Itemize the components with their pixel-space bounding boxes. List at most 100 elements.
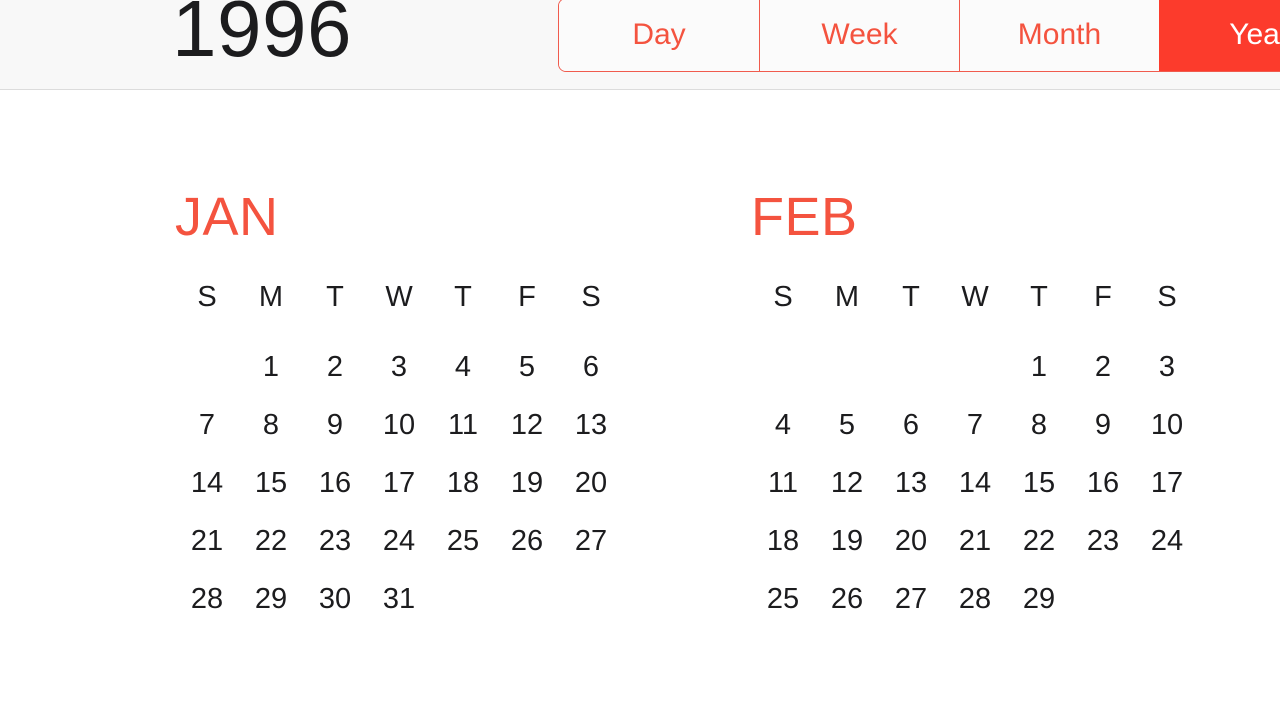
day-cell[interactable]: 7 bbox=[175, 396, 239, 454]
day-cell[interactable]: 22 bbox=[239, 512, 303, 570]
day-cell[interactable]: 7 bbox=[943, 396, 1007, 454]
month-block-feb[interactable]: FEB S M T W T F S 1 2 3 4 5 6 7 8 9 10 1… bbox=[751, 190, 1221, 628]
day-cell[interactable]: 31 bbox=[367, 570, 431, 628]
day-cell[interactable]: 20 bbox=[879, 512, 943, 570]
day-cell[interactable]: 6 bbox=[559, 338, 623, 396]
day-cell[interactable]: 10 bbox=[367, 396, 431, 454]
day-cell[interactable] bbox=[751, 338, 815, 396]
day-cell[interactable]: 15 bbox=[1007, 454, 1071, 512]
weekday-label: W bbox=[961, 281, 989, 313]
day-cell[interactable]: 29 bbox=[239, 570, 303, 628]
day-cell[interactable]: 28 bbox=[175, 570, 239, 628]
day-cell[interactable]: 2 bbox=[303, 338, 367, 396]
day-cell[interactable] bbox=[175, 338, 239, 396]
day-cell[interactable]: 29 bbox=[1007, 570, 1071, 628]
day-cell[interactable] bbox=[943, 338, 1007, 396]
weekday-label: T bbox=[902, 281, 920, 313]
month-title-feb[interactable]: FEB bbox=[751, 190, 1221, 244]
day-cell[interactable] bbox=[495, 570, 559, 628]
day-cell[interactable]: 14 bbox=[943, 454, 1007, 512]
day-cell[interactable]: 6 bbox=[879, 396, 943, 454]
day-cell[interactable]: 4 bbox=[751, 396, 815, 454]
weeks-jan: 1 2 3 4 5 6 7 8 9 10 11 12 13 14 15 16 1… bbox=[175, 338, 645, 628]
day-cell[interactable]: 1 bbox=[239, 338, 303, 396]
day-cell[interactable]: 21 bbox=[175, 512, 239, 570]
week-row: 7 8 9 10 11 12 13 bbox=[175, 396, 645, 454]
month-block-jan[interactable]: JAN S M T W T F S 1 2 3 4 5 6 7 8 9 10 1… bbox=[175, 190, 645, 628]
day-cell[interactable]: 12 bbox=[495, 396, 559, 454]
tab-month[interactable]: Month bbox=[959, 0, 1159, 71]
day-cell[interactable]: 3 bbox=[1135, 338, 1199, 396]
day-cell[interactable]: 28 bbox=[943, 570, 1007, 628]
day-cell[interactable]: 10 bbox=[1135, 396, 1199, 454]
day-cell[interactable]: 5 bbox=[815, 396, 879, 454]
day-cell[interactable]: 21 bbox=[943, 512, 1007, 570]
day-cell[interactable]: 5 bbox=[495, 338, 559, 396]
day-cell[interactable] bbox=[559, 570, 623, 628]
day-cell[interactable]: 24 bbox=[1135, 512, 1199, 570]
day-cell[interactable]: 3 bbox=[367, 338, 431, 396]
day-cell[interactable]: 20 bbox=[559, 454, 623, 512]
tab-year[interactable]: Year bbox=[1159, 0, 1280, 71]
day-cell[interactable]: 30 bbox=[303, 570, 367, 628]
day-cell[interactable]: 27 bbox=[879, 570, 943, 628]
day-cell[interactable]: 16 bbox=[303, 454, 367, 512]
page-title: 1996 bbox=[172, 0, 352, 73]
view-mode-segmented-control[interactable]: Day Week Month Year bbox=[558, 0, 1280, 72]
day-cell[interactable]: 19 bbox=[815, 512, 879, 570]
day-cell[interactable]: 26 bbox=[495, 512, 559, 570]
day-cell[interactable]: 1 bbox=[1007, 338, 1071, 396]
day-cell[interactable]: 13 bbox=[879, 454, 943, 512]
day-cell[interactable]: 4 bbox=[431, 338, 495, 396]
day-cell[interactable] bbox=[1135, 570, 1199, 628]
weekday-label: W bbox=[385, 281, 413, 313]
week-row: 14 15 16 17 18 19 20 bbox=[175, 454, 645, 512]
day-cell[interactable]: 2 bbox=[1071, 338, 1135, 396]
day-cell[interactable]: 17 bbox=[367, 454, 431, 512]
day-cell[interactable]: 17 bbox=[1135, 454, 1199, 512]
day-cell[interactable]: 25 bbox=[431, 512, 495, 570]
day-cell[interactable]: 8 bbox=[1007, 396, 1071, 454]
tab-week[interactable]: Week bbox=[759, 0, 959, 71]
weekday-header-row-feb: S M T W T F S bbox=[751, 282, 1221, 312]
weekday-label: F bbox=[1094, 281, 1112, 313]
week-row: 11 12 13 14 15 16 17 bbox=[751, 454, 1221, 512]
weekday-label: S bbox=[773, 281, 793, 313]
month-title-jan[interactable]: JAN bbox=[175, 190, 645, 244]
weekday-header-row-jan: S M T W T F S bbox=[175, 282, 645, 312]
tab-day[interactable]: Day bbox=[559, 0, 759, 71]
day-cell[interactable]: 23 bbox=[1071, 512, 1135, 570]
day-cell[interactable]: 26 bbox=[815, 570, 879, 628]
day-cell[interactable] bbox=[431, 570, 495, 628]
day-cell[interactable]: 22 bbox=[1007, 512, 1071, 570]
day-cell[interactable]: 16 bbox=[1071, 454, 1135, 512]
day-cell[interactable]: 25 bbox=[751, 570, 815, 628]
day-cell[interactable]: 8 bbox=[239, 396, 303, 454]
day-cell[interactable] bbox=[879, 338, 943, 396]
day-cell[interactable]: 14 bbox=[175, 454, 239, 512]
day-cell[interactable]: 11 bbox=[431, 396, 495, 454]
weekday-label: F bbox=[518, 281, 536, 313]
week-row: 4 5 6 7 8 9 10 bbox=[751, 396, 1221, 454]
day-cell[interactable] bbox=[1071, 570, 1135, 628]
weekday-label: T bbox=[1030, 281, 1048, 313]
week-row: 1 2 3 bbox=[751, 338, 1221, 396]
week-row: 21 22 23 24 25 26 27 bbox=[175, 512, 645, 570]
day-cell[interactable]: 15 bbox=[239, 454, 303, 512]
day-cell[interactable]: 27 bbox=[559, 512, 623, 570]
day-cell[interactable]: 18 bbox=[751, 512, 815, 570]
day-cell[interactable]: 18 bbox=[431, 454, 495, 512]
day-cell[interactable]: 9 bbox=[1071, 396, 1135, 454]
day-cell[interactable]: 9 bbox=[303, 396, 367, 454]
day-cell[interactable]: 12 bbox=[815, 454, 879, 512]
day-cell[interactable]: 24 bbox=[367, 512, 431, 570]
week-row: 28 29 30 31 bbox=[175, 570, 645, 628]
day-cell[interactable]: 13 bbox=[559, 396, 623, 454]
day-cell[interactable] bbox=[815, 338, 879, 396]
day-cell[interactable]: 19 bbox=[495, 454, 559, 512]
weeks-feb: 1 2 3 4 5 6 7 8 9 10 11 12 13 14 15 16 1… bbox=[751, 338, 1221, 628]
weekday-label: M bbox=[258, 281, 284, 313]
day-cell[interactable]: 23 bbox=[303, 512, 367, 570]
weekday-label: T bbox=[326, 281, 344, 313]
day-cell[interactable]: 11 bbox=[751, 454, 815, 512]
